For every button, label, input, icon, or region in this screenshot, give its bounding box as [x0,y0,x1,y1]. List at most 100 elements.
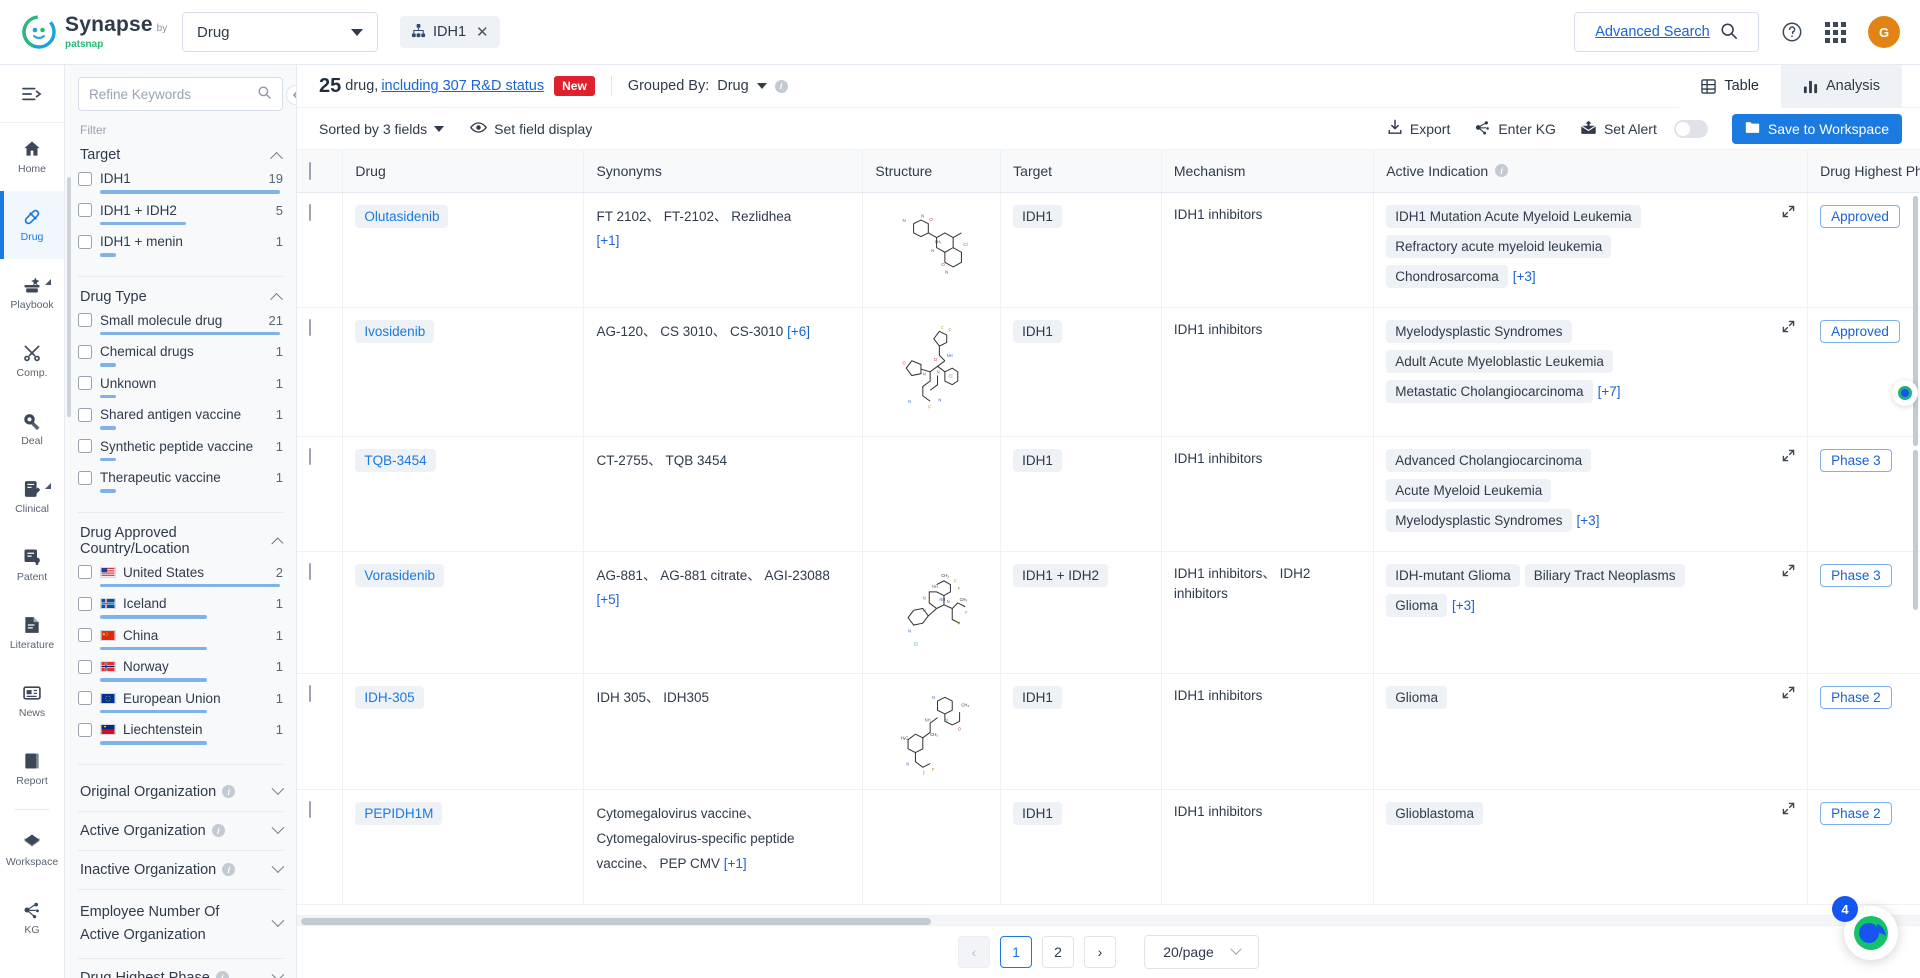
info-icon[interactable]: i [211,824,225,837]
results-table-wrapper[interactable]: Drug Synonyms Structure Target Mechanism… [297,150,1920,925]
sort-button[interactable]: Sorted by 3 fields [319,121,445,137]
filter-option[interactable]: IDH1 + menin 1 [78,234,283,257]
filter-option[interactable]: Liechtenstein 1 [78,722,283,745]
filter-option[interactable]: Shared antigen vaccine 1 [78,407,283,430]
filter-group-active-organization[interactable]: Active Organization i [78,812,285,851]
table-row[interactable]: Olutasidenib FT 2102、 FT-2102、 Rezlidhea… [297,192,1920,308]
sidebar-item-literature[interactable]: Literature [0,599,64,667]
set-alert-button[interactable]: Set Alert [1580,119,1708,138]
apps-grid-icon[interactable] [1825,21,1846,43]
table-row[interactable]: Ivosidenib AG-120、 CS 3010、 CS-3010 [+6] [297,307,1920,437]
drug-link[interactable]: Ivosidenib [355,319,435,343]
filter-group-original-organization[interactable]: Original Organization i [78,773,285,812]
sidebar-item-comp[interactable]: Comp. [0,327,64,395]
column-header-active-indication[interactable]: Active Indication i [1373,150,1809,193]
row-checkbox[interactable] [309,318,311,336]
row-checkbox[interactable] [309,562,311,580]
filter-option[interactable]: China 1 [78,628,283,650]
expand-icon[interactable] [1782,802,1795,818]
table-horizontal-scrollbar[interactable] [297,915,1920,925]
page-size-select[interactable]: 20/page [1144,935,1259,969]
indications-more-link[interactable]: [+3] [1452,598,1475,613]
filter-option[interactable]: Small molecule drug 21 [78,313,283,335]
filter-option[interactable]: United States 2 [78,565,283,587]
indications-more-link[interactable]: [+3] [1513,269,1536,284]
row-checkbox[interactable] [309,203,311,221]
column-header-target[interactable]: Target [1000,150,1162,193]
grouped-by-control[interactable]: Grouped By: Drug i [628,78,788,94]
drug-link[interactable]: TQB-3454 [355,448,436,472]
search-chip-idh1[interactable]: IDH1 ✕ [400,16,500,48]
filter-option[interactable]: Synthetic peptide vaccine 1 [78,439,283,461]
filter-option[interactable]: European Union 1 [78,691,283,713]
row-checkbox[interactable] [309,684,311,702]
next-page-button[interactable]: › [1084,936,1116,968]
info-icon[interactable]: i [1495,164,1509,178]
filter-option[interactable]: Iceland 1 [78,596,283,619]
checkbox[interactable] [78,376,92,390]
filter-option[interactable]: IDH1 + IDH2 5 [78,203,283,225]
sidebar-item-patent[interactable]: Patent [0,531,64,599]
table-row[interactable]: Vorasidenib AG-881、 AG-881 citrate、 AGI-… [297,551,1920,674]
checkbox[interactable] [78,659,92,674]
checkbox[interactable] [78,691,92,705]
synonyms-more-link[interactable]: [+1] [596,233,619,248]
synonyms-more-link[interactable]: [+5] [596,592,619,607]
sidebar-item-deal[interactable]: Deal [0,395,64,463]
help-icon[interactable] [1781,21,1803,43]
info-icon[interactable]: i [222,863,236,876]
sidebar-item-workspace[interactable]: Workspace [0,816,64,884]
brand-logo[interactable]: Synapse by patsnap [0,14,170,50]
sidebar-item-report[interactable]: Report [0,735,64,803]
checkbox[interactable] [78,234,92,249]
enter-kg-button[interactable]: Enter KG [1474,119,1556,139]
drug-link[interactable]: Olutasidenib [355,204,449,228]
set-alert-toggle[interactable] [1673,119,1708,138]
page-button-1[interactable]: 1 [1000,936,1032,968]
assistant-badge-count[interactable]: 4 [1832,896,1858,922]
checkbox[interactable] [78,439,92,453]
save-to-workspace-button[interactable]: Save to Workspace [1731,113,1902,144]
expand-icon[interactable] [1782,205,1795,221]
column-header-mechanism[interactable]: Mechanism [1161,150,1375,193]
set-field-display-button[interactable]: Set field display [470,121,592,137]
sidebar-item-clinical[interactable]: Clinical [0,463,64,531]
filter-option[interactable]: Chemical drugs 1 [78,344,283,367]
synonyms-more-link[interactable]: [+6] [787,324,810,339]
checkbox[interactable] [78,313,92,327]
checkbox[interactable] [78,470,92,485]
filter-option[interactable]: Therapeutic vaccine 1 [78,470,283,493]
drug-link[interactable]: Vorasidenib [355,563,444,587]
avatar[interactable]: G [1868,16,1900,48]
info-icon[interactable]: i [215,971,229,978]
tab-analysis[interactable]: Analysis [1781,64,1902,108]
filter-option[interactable]: Norway 1 [78,659,283,682]
filter-option[interactable]: IDH1 19 [78,171,283,194]
expand-icon[interactable] [1782,686,1795,702]
export-button[interactable]: Export [1387,119,1450,138]
checkbox[interactable] [78,344,92,359]
filter-group-header[interactable]: Drug Approved Country/Location [78,521,283,565]
sidebar-item-home[interactable]: Home [0,123,64,191]
filter-scrollbar[interactable] [67,177,71,417]
sidebar-item-kg[interactable]: KG [0,884,64,952]
search-icon[interactable] [257,85,272,103]
tab-table[interactable]: Table [1679,64,1781,108]
prev-page-button[interactable]: ‹ [958,936,990,968]
table-row[interactable]: TQB-3454 CT-2755、 TQB 3454 IDH1 IDH1 inh… [297,436,1920,552]
filter-option[interactable]: Unknown 1 [78,376,283,398]
expand-icon[interactable] [1782,564,1795,580]
indications-more-link[interactable]: [+3] [1577,513,1600,528]
table-vertical-scrollbar[interactable] [1913,196,1918,446]
refine-keywords-input[interactable]: Refine Keywords [78,77,283,111]
entity-type-select[interactable]: Drug [182,12,378,52]
advanced-search-button[interactable]: Advanced Search [1574,12,1759,52]
expand-icon[interactable] [1782,320,1795,336]
filter-group-header[interactable]: Target [78,143,283,171]
close-icon[interactable]: ✕ [476,23,489,41]
checkbox[interactable] [78,722,92,737]
checkbox[interactable] [78,407,92,422]
table-row[interactable]: PEPIDH1M Cytomegalovirus vaccine、 Cytome… [297,789,1920,905]
column-header-drug[interactable]: Drug [342,150,585,193]
info-icon[interactable]: i [222,785,236,798]
